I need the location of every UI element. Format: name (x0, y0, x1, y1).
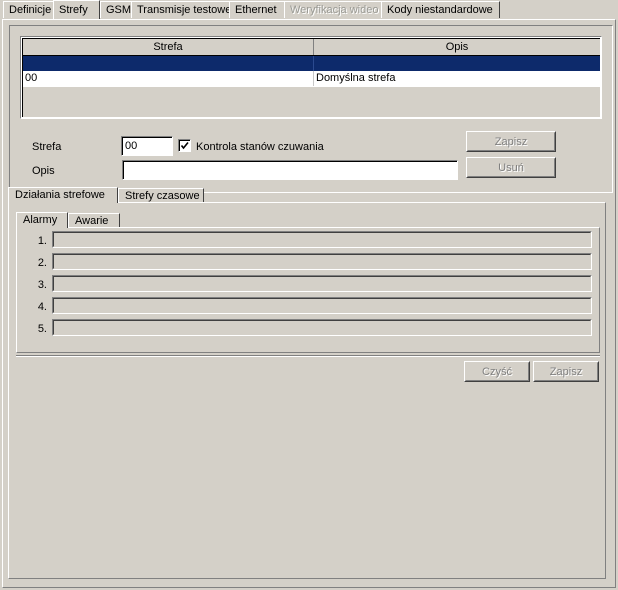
column-header-opis[interactable]: Opis (314, 39, 600, 55)
action-row-number: 2. (37, 257, 47, 269)
zone-group-box: Strefa Opis 00 Domyślna strefa Strefa 00… (9, 25, 613, 193)
action-row-number: 3. (37, 279, 47, 291)
kontrola-stanow-czuwania-label[interactable]: Kontrola stanów czuwania (196, 140, 324, 154)
action-row-value-1 (53, 232, 591, 247)
action-row-input-4[interactable] (52, 297, 592, 314)
grid-empty-area (23, 87, 600, 117)
cell-opis: Domyślna strefa (316, 72, 396, 84)
action-row-number: 1. (37, 235, 47, 247)
tab-strefy-czasowe[interactable]: Strefy czasowe (118, 188, 204, 203)
save-actions-button: Zapisz (533, 361, 599, 382)
cell-strefa (23, 56, 314, 71)
zones-grid-header: Strefa Opis (23, 39, 600, 56)
lower-content-panel: Alarmy Awarie 1. 2. 3. 4. 5. Czyść Zapis… (8, 202, 606, 579)
action-row-value-4 (53, 298, 591, 313)
strefa-input[interactable]: 00 (121, 136, 173, 156)
action-row-number: 4. (37, 301, 47, 313)
application-window: Definicje Strefy GSM Transmisje testowe … (0, 0, 618, 590)
tab-kody-niestandardowe[interactable]: Kody niestandardowe (381, 1, 500, 18)
tab-content-panel: Strefa Opis 00 Domyślna strefa Strefa 00… (2, 19, 616, 588)
table-row[interactable]: 00 Domyślna strefa (23, 71, 600, 86)
action-row-input-2[interactable] (52, 253, 592, 270)
action-row-input-1[interactable] (52, 231, 592, 248)
save-zone-button: Zapisz (466, 131, 556, 152)
kontrola-stanow-czuwania-checkbox[interactable] (178, 139, 191, 152)
column-header-strefa[interactable]: Strefa (23, 39, 314, 55)
clear-button: Czyść (464, 361, 530, 382)
main-tab-strip: Definicje Strefy GSM Transmisje testowe … (0, 0, 618, 19)
panel-divider (16, 355, 600, 357)
tab-strefy[interactable]: Strefy (53, 0, 100, 19)
tab-dzialania-strefowe[interactable]: Działania strefowe (8, 187, 118, 203)
action-row-input-5[interactable] (52, 319, 592, 336)
opis-input[interactable] (122, 160, 458, 180)
tab-awarie[interactable]: Awarie (68, 213, 120, 228)
action-row-number: 5. (37, 323, 47, 335)
action-row-value-3 (53, 276, 591, 291)
zones-grid[interactable]: Strefa Opis 00 Domyślna strefa (20, 36, 602, 119)
save-actions-button-label: Zapisz (534, 362, 598, 381)
strefa-label: Strefa (32, 141, 62, 153)
table-row[interactable] (23, 56, 600, 71)
strefa-input-value: 00 (122, 137, 172, 155)
save-zone-button-label: Zapisz (467, 132, 555, 151)
tab-weryfikacja-wideo: Weryfikacja wideo (284, 1, 385, 18)
checkmark-icon (180, 141, 189, 150)
tab-ethernet[interactable]: Ethernet (229, 1, 287, 18)
sub-tab-strip: Alarmy Awarie (16, 212, 576, 228)
tab-transmisje-testowe[interactable]: Transmisje testowe (131, 1, 234, 18)
delete-zone-button-label: Usuń (467, 158, 555, 177)
tab-alarmy[interactable]: Alarmy (16, 212, 68, 228)
delete-zone-button: Usuń (466, 157, 556, 178)
cell-opis (314, 56, 600, 71)
action-row-input-3[interactable] (52, 275, 592, 292)
opis-label: Opis (32, 165, 55, 177)
cell-strefa: 00 (23, 71, 314, 86)
action-row-value-5 (53, 320, 591, 335)
opis-input-value (123, 161, 457, 179)
action-row-value-2 (53, 254, 591, 269)
alarmy-panel: 1. 2. 3. 4. 5. (16, 227, 600, 353)
lower-tab-strip: Działania strefowe Strefy czasowe (8, 187, 606, 203)
clear-button-label: Czyść (465, 362, 529, 381)
